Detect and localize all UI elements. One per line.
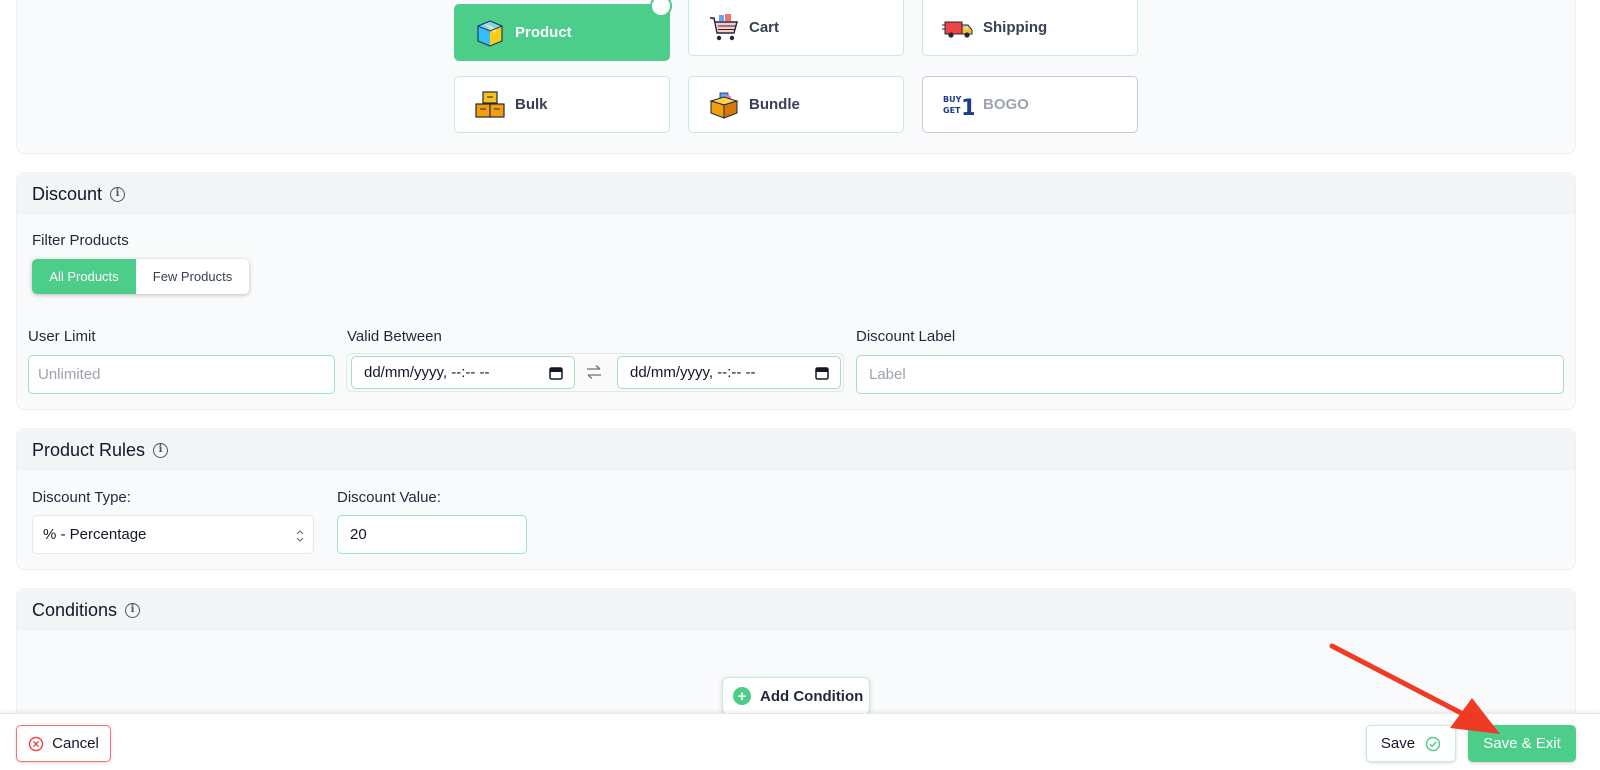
discount-header: Discount i (17, 173, 1575, 215)
discount-label-placeholder: Label (869, 366, 906, 383)
page: Product Cart Shipping Bulk Bundle BUY GE… (0, 0, 1600, 770)
user-limit-label: User Limit (28, 328, 96, 345)
tile-bulk[interactable]: Bulk (454, 76, 670, 133)
conditions-header: Conditions i (17, 589, 1575, 631)
select-arrows-icon (296, 530, 304, 542)
user-limit-input[interactable]: Unlimited (28, 355, 335, 394)
plus-icon: + (733, 687, 751, 705)
cancel-x-icon (28, 736, 44, 751)
cancel-button[interactable]: Cancel (16, 725, 111, 762)
tile-shipping-label: Shipping (983, 19, 1048, 36)
end-date-value: dd/mm/yyyy, --:-- -- (630, 364, 756, 381)
add-condition-label: Add Condition (760, 687, 864, 705)
bundle-icon (707, 88, 741, 122)
svg-text:1: 1 (961, 96, 974, 121)
tile-product[interactable]: Product (454, 0, 672, 61)
save-button[interactable]: Save (1366, 725, 1456, 762)
info-icon[interactable]: i (153, 442, 169, 458)
swap-arrows-icon (587, 365, 601, 379)
tile-bulk-label: Bulk (515, 96, 548, 113)
discount-label-input[interactable]: Label (856, 355, 1564, 394)
conditions-title: Conditions (32, 599, 118, 620)
filter-products-label: Filter Products (32, 232, 129, 249)
tile-bundle-label: Bundle (749, 96, 800, 113)
discount-label-label: Discount Label (856, 328, 956, 345)
product-rules-header: Product Rules i (17, 429, 1575, 471)
filter-products-toggle: All Products Few Products (32, 259, 249, 294)
selected-check-icon (650, 0, 672, 17)
valid-between-label: Valid Between (347, 328, 442, 345)
svg-text:BUY: BUY (943, 95, 962, 104)
tile-cart[interactable]: Cart (688, 0, 904, 56)
add-condition-button[interactable]: + Add Condition (722, 677, 870, 715)
box-icon (473, 16, 507, 50)
start-date-value: dd/mm/yyyy, --:-- -- (364, 364, 490, 381)
buy-get-icon: BUY GET 1 (941, 88, 975, 122)
boxes-icon (473, 88, 507, 122)
cart-icon (707, 11, 741, 45)
discount-value: 20 (350, 526, 367, 543)
info-icon[interactable]: i (110, 186, 126, 202)
tile-product-label: Product (515, 24, 572, 41)
product-rules-title: Product Rules (32, 439, 146, 460)
save-label: Save (1380, 735, 1416, 752)
user-limit-placeholder: Unlimited (38, 366, 101, 383)
info-icon[interactable]: i (125, 602, 141, 618)
tile-bogo-label: BOGO (983, 96, 1029, 113)
discount-title: Discount (32, 183, 103, 204)
check-circle-icon (1425, 736, 1441, 751)
calendar-icon[interactable] (549, 366, 563, 380)
discount-type-value: % - Percentage (43, 526, 147, 543)
save-and-exit-label: Save & Exit (1483, 735, 1561, 752)
all-products-option[interactable]: All Products (32, 259, 136, 294)
save-and-exit-button[interactable]: Save & Exit (1468, 725, 1576, 762)
tile-shipping[interactable]: Shipping (922, 0, 1138, 56)
discount-value-label: Discount Value: (337, 489, 441, 506)
tile-bundle[interactable]: Bundle (688, 76, 904, 133)
discount-type-select[interactable]: % - Percentage (32, 515, 314, 554)
discount-type-label: Discount Type: (32, 489, 131, 506)
end-date-input[interactable]: dd/mm/yyyy, --:-- -- (617, 356, 841, 389)
truck-icon (941, 11, 975, 45)
calendar-icon[interactable] (815, 366, 829, 380)
valid-between-range: dd/mm/yyyy, --:-- -- dd/mm/yyyy, --:-- -… (346, 353, 844, 392)
footer-bar: Cancel Save Save & Exit (0, 713, 1600, 770)
tile-bogo[interactable]: BUY GET 1 BOGO (922, 76, 1138, 133)
tile-cart-label: Cart (749, 19, 780, 36)
cancel-label: Cancel (52, 735, 99, 752)
discount-value-input[interactable]: 20 (337, 515, 527, 554)
svg-text:GET: GET (943, 106, 961, 115)
start-date-input[interactable]: dd/mm/yyyy, --:-- -- (351, 356, 575, 389)
few-products-option[interactable]: Few Products (136, 259, 249, 294)
